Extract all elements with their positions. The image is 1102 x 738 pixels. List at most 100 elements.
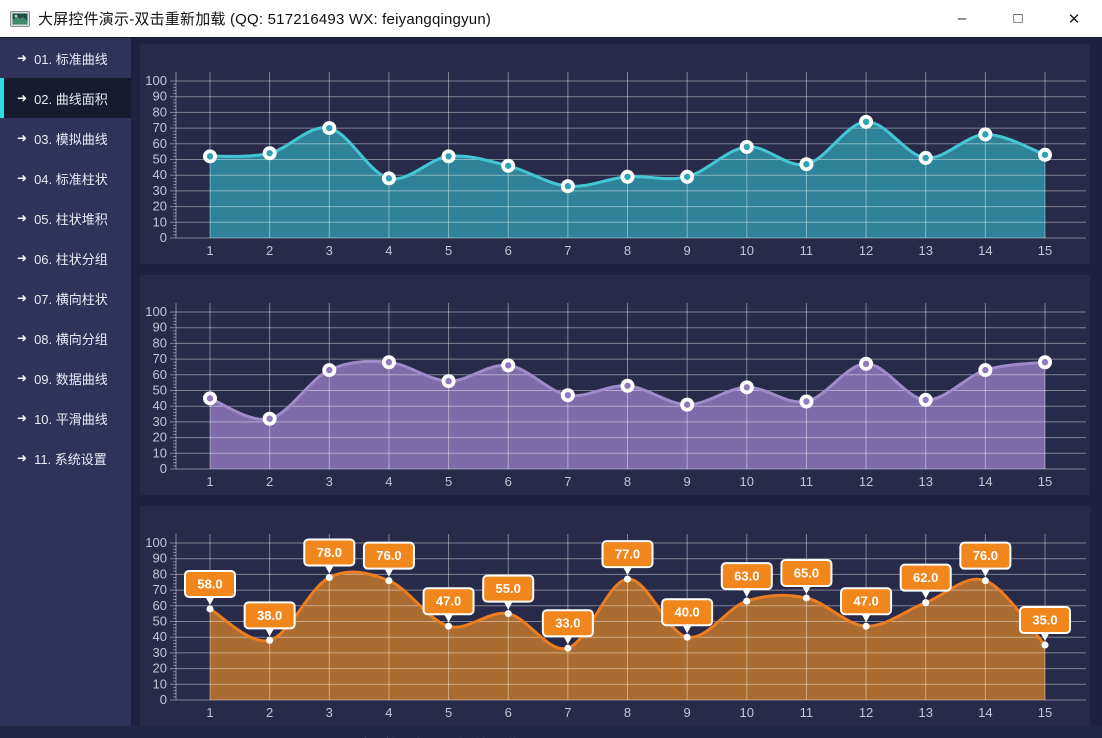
svg-text:100: 100 bbox=[145, 304, 167, 319]
sidebar-item-04[interactable]: ➜04. 标准柱状 bbox=[0, 158, 131, 198]
svg-text:65.0: 65.0 bbox=[794, 565, 819, 580]
svg-text:8: 8 bbox=[624, 705, 631, 720]
sidebar-item-10[interactable]: ➜ 10. 平滑曲线 bbox=[0, 398, 131, 438]
svg-text:58.0: 58.0 bbox=[197, 576, 222, 591]
svg-text:30: 30 bbox=[153, 183, 167, 198]
svg-text:3: 3 bbox=[326, 474, 333, 489]
svg-text:60: 60 bbox=[153, 598, 167, 613]
svg-text:40: 40 bbox=[153, 167, 167, 182]
svg-text:11: 11 bbox=[800, 243, 814, 258]
svg-text:90: 90 bbox=[153, 320, 167, 335]
svg-text:50: 50 bbox=[153, 614, 167, 629]
svg-text:1: 1 bbox=[206, 705, 213, 720]
svg-text:9: 9 bbox=[684, 474, 691, 489]
svg-text:4: 4 bbox=[385, 243, 392, 258]
svg-text:14: 14 bbox=[978, 705, 992, 720]
svg-text:20: 20 bbox=[153, 430, 167, 445]
svg-text:55.0: 55.0 bbox=[496, 581, 521, 596]
svg-text:8: 8 bbox=[624, 243, 631, 258]
svg-text:9: 9 bbox=[684, 705, 691, 720]
sidebar-item-label: 04. 标准柱状 bbox=[34, 169, 108, 188]
svg-text:7: 7 bbox=[564, 705, 571, 720]
svg-text:10: 10 bbox=[740, 243, 754, 258]
svg-text:60: 60 bbox=[153, 367, 167, 382]
arrow-icon: ➜ bbox=[17, 371, 27, 385]
svg-text:0: 0 bbox=[160, 692, 167, 707]
svg-text:13: 13 bbox=[918, 474, 932, 489]
svg-text:1: 1 bbox=[206, 243, 213, 258]
sidebar-item-02[interactable]: ➜02. 曲线面积 bbox=[0, 78, 131, 118]
svg-text:76.0: 76.0 bbox=[973, 548, 998, 563]
svg-text:10: 10 bbox=[740, 474, 754, 489]
arrow-icon: ➜ bbox=[17, 91, 27, 105]
svg-text:20: 20 bbox=[153, 661, 167, 676]
arrow-icon: ➜ bbox=[17, 451, 27, 465]
svg-text:6: 6 bbox=[505, 474, 512, 489]
svg-text:40: 40 bbox=[153, 629, 167, 644]
sidebar-item-label: 07. 横向柱状 bbox=[34, 289, 108, 308]
chart-area: 0102030405060708090100123456789101112131… bbox=[131, 38, 1102, 726]
arrow-icon: ➜ bbox=[17, 411, 27, 425]
svg-text:78.0: 78.0 bbox=[317, 545, 342, 560]
svg-text:13: 13 bbox=[918, 243, 932, 258]
svg-text:38.0: 38.0 bbox=[257, 608, 282, 623]
svg-text:11: 11 bbox=[800, 705, 814, 720]
svg-text:80: 80 bbox=[153, 104, 167, 119]
svg-text:30: 30 bbox=[153, 414, 167, 429]
svg-text:60: 60 bbox=[153, 136, 167, 151]
svg-text:3: 3 bbox=[326, 243, 333, 258]
arrow-icon: ➜ bbox=[17, 51, 27, 65]
sidebar-item-11[interactable]: ➜11. 系统设置 bbox=[0, 438, 131, 478]
sidebar-item-label: 10. 平滑曲线 bbox=[34, 409, 108, 428]
svg-text:14: 14 bbox=[978, 243, 992, 258]
svg-text:5: 5 bbox=[445, 474, 452, 489]
picture-icon bbox=[10, 11, 30, 27]
svg-text:10: 10 bbox=[740, 705, 754, 720]
svg-text:90: 90 bbox=[153, 89, 167, 104]
svg-text:30: 30 bbox=[153, 645, 167, 660]
chart-panel-1: 0102030405060708090100123456789101112131… bbox=[140, 44, 1090, 264]
svg-text:80: 80 bbox=[153, 335, 167, 350]
sidebar-item-label: 03. 模拟曲线 bbox=[34, 129, 108, 148]
svg-text:47.0: 47.0 bbox=[436, 594, 461, 609]
svg-text:12: 12 bbox=[859, 705, 873, 720]
maximize-button[interactable]: □ bbox=[990, 0, 1046, 37]
close-button[interactable]: ✕ bbox=[1046, 0, 1102, 37]
svg-text:5: 5 bbox=[445, 705, 452, 720]
orange-area-chart: 0102030405060708090100123456789101112131… bbox=[140, 506, 1090, 726]
svg-text:50: 50 bbox=[153, 152, 167, 167]
svg-text:15: 15 bbox=[1038, 474, 1052, 489]
purple-area-chart: 0102030405060708090100123456789101112131… bbox=[140, 275, 1090, 495]
minimize-button[interactable]: – bbox=[934, 0, 990, 37]
svg-text:12: 12 bbox=[859, 474, 873, 489]
sidebar-item-07[interactable]: ➜ 07. 横向柱状 bbox=[0, 278, 131, 318]
svg-text:2: 2 bbox=[266, 474, 273, 489]
svg-text:10: 10 bbox=[153, 445, 167, 460]
sidebar-item-09[interactable]: ➜ 09. 数据曲线 bbox=[0, 358, 131, 398]
titlebar[interactable]: 大屏控件演示-双击重新加载 (QQ: 517216493 WX: feiyang… bbox=[0, 0, 1102, 38]
arrow-icon: ➜ bbox=[17, 291, 27, 305]
svg-text:40: 40 bbox=[153, 398, 167, 413]
svg-text:63.0: 63.0 bbox=[734, 569, 759, 584]
sidebar-item-08[interactable]: ➜08. 横向分组 bbox=[0, 318, 131, 358]
sidebar-item-06[interactable]: ➜06. 柱状分组 bbox=[0, 238, 131, 278]
svg-text:0: 0 bbox=[160, 461, 167, 476]
sidebar-item-label: 08. 横向分组 bbox=[34, 329, 108, 348]
arrow-icon: ➜ bbox=[17, 131, 27, 145]
sidebar-item-03[interactable]: ➜ 03. 模拟曲线 bbox=[0, 118, 131, 158]
sidebar: ➜01. 标准曲线➜02. 曲线面积➜03. 模拟曲线➜04. 标准柱状➜05.… bbox=[0, 38, 131, 726]
sidebar-item-01[interactable]: ➜01. 标准曲线 bbox=[0, 38, 131, 78]
window-controls: – □ ✕ bbox=[934, 0, 1102, 37]
arrow-icon: ➜ bbox=[17, 211, 27, 225]
svg-text:9: 9 bbox=[684, 243, 691, 258]
sidebar-item-label: 09. 数据曲线 bbox=[34, 369, 108, 388]
arrow-icon: ➜ bbox=[17, 251, 27, 265]
svg-text:2: 2 bbox=[266, 705, 273, 720]
window-title: 大屏控件演示-双击重新加载 (QQ: 517216493 WX: feiyang… bbox=[38, 8, 491, 29]
svg-text:50: 50 bbox=[153, 383, 167, 398]
svg-text:10: 10 bbox=[153, 676, 167, 691]
window-body: ➜01. 标准曲线➜02. 曲线面积➜03. 模拟曲线➜04. 标准柱状➜05.… bbox=[0, 38, 1102, 738]
svg-text:20: 20 bbox=[153, 199, 167, 214]
svg-text:90: 90 bbox=[153, 551, 167, 566]
sidebar-item-05[interactable]: ➜05. 柱状堆积 bbox=[0, 198, 131, 238]
